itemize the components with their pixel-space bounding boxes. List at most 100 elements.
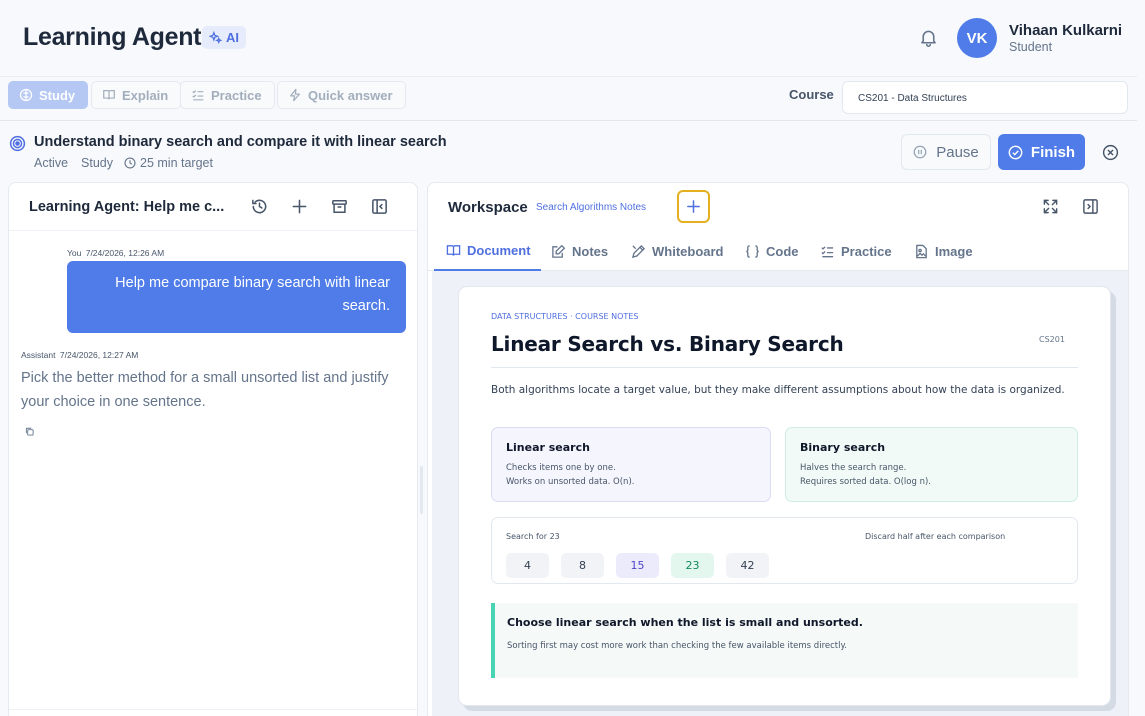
tab-label: Practice	[841, 243, 892, 259]
plus-icon	[686, 199, 701, 214]
search-demo: Search for 23 Discard half after each co…	[491, 517, 1078, 584]
assistant-message-meta: Assistant 7/24/2026, 12:27 AM	[21, 350, 138, 360]
ai-badge: AI	[202, 26, 246, 49]
notes-icon	[551, 244, 566, 259]
clock-icon	[124, 157, 136, 169]
goal-target: 25 min target	[140, 156, 213, 170]
user-role: Student	[1009, 40, 1053, 54]
course-label: Course	[789, 87, 834, 102]
pause-button[interactable]: Pause	[901, 134, 991, 170]
notifications-bell-icon[interactable]	[918, 27, 939, 48]
document-title: Linear Search vs. Binary Search	[491, 332, 844, 356]
tab-code[interactable]: Code	[745, 231, 799, 271]
pause-label: Pause	[936, 143, 979, 161]
checklist-icon	[820, 244, 835, 259]
mode-practice-label: Practice	[211, 87, 262, 103]
goal-title: Understand binary search and compare it …	[34, 134, 447, 150]
tab-notes[interactable]: Notes	[551, 231, 608, 271]
linear-search-line: Works on unsorted data. O(n).	[506, 477, 635, 487]
goal-mode: Study	[81, 156, 114, 170]
bolt-icon	[288, 88, 302, 102]
array-cell: 8	[561, 553, 604, 578]
mode-study-button[interactable]: Study	[8, 81, 89, 109]
binary-search-line: Halves the search range.	[800, 463, 907, 473]
tab-label: Whiteboard	[652, 243, 724, 259]
history-icon[interactable]	[250, 197, 269, 216]
checklist-icon	[191, 88, 205, 102]
close-goal-icon[interactable]	[1102, 144, 1119, 161]
document-page: DATA STRUCTURES · COURSE NOTES CS201 Lin…	[458, 286, 1111, 706]
avatar[interactable]: VK	[957, 18, 997, 58]
panel-resize-handle[interactable]	[420, 466, 423, 514]
mode-quick-answer-button[interactable]: Quick answer	[277, 81, 406, 109]
collapse-workspace-icon[interactable]	[1082, 198, 1099, 215]
mode-explain-label: Explain	[122, 87, 169, 103]
mode-study-label: Study	[39, 87, 76, 103]
app-header: Learning Agent AI VK Vihaan Kulkarni Stu…	[0, 0, 1145, 76]
mode-explain-button[interactable]: Explain	[91, 81, 182, 109]
document-eyebrow: DATA STRUCTURES · COURSE NOTES	[491, 312, 639, 321]
ai-badge-label: AI	[226, 30, 239, 45]
tab-whiteboard[interactable]: Whiteboard	[631, 231, 724, 271]
braces-icon	[745, 244, 760, 259]
linear-search-card: Linear search Checks items one by one. W…	[491, 427, 771, 502]
pause-icon	[913, 145, 927, 159]
add-workspace-item-button[interactable]	[677, 190, 710, 223]
sparkle-icon	[209, 31, 222, 44]
fullscreen-icon[interactable]	[1042, 198, 1059, 215]
callout-text: Sorting first may cost more work than ch…	[507, 641, 847, 651]
brain-icon	[19, 88, 33, 102]
goal-status: Active	[34, 156, 69, 170]
linear-search-heading: Linear search	[506, 441, 590, 454]
finish-label: Finish	[1030, 143, 1076, 161]
document-course-code: CS201	[1039, 335, 1065, 344]
document-viewport: DATA STRUCTURES · COURSE NOTES CS201 Lin…	[432, 271, 1128, 716]
tab-label: Code	[766, 243, 799, 259]
book-open-icon	[446, 243, 461, 258]
tab-image[interactable]: Image	[914, 231, 973, 271]
binary-search-card: Binary search Halves the search range. R…	[785, 427, 1078, 502]
collapse-sidebar-icon[interactable]	[370, 197, 389, 216]
callout-heading: Choose linear search when the list is sm…	[507, 616, 863, 629]
user-message-bubble: Help me compare binary search with linea…	[67, 261, 406, 333]
message-author: Assistant	[21, 350, 56, 360]
tab-practice[interactable]: Practice	[820, 231, 892, 271]
workspace-tabs: Document Notes Whiteboard Code Practice …	[428, 231, 1128, 271]
chat-title: Learning Agent: Help me c...	[29, 199, 225, 215]
array-cell-found: 23	[671, 553, 714, 578]
image-file-icon	[914, 244, 929, 259]
goal-meta: Active Study 25 min target	[34, 156, 213, 170]
message-time: 7/24/2026, 12:27 AM	[59, 350, 139, 360]
tab-document[interactable]: Document	[434, 231, 541, 271]
array-cell: 42	[726, 553, 769, 578]
finish-button[interactable]: Finish	[998, 134, 1085, 170]
mode-practice-button[interactable]: Practice	[180, 81, 275, 109]
check-circle-icon	[1008, 145, 1023, 160]
array-cell: 4	[506, 553, 549, 578]
document-divider	[491, 367, 1078, 368]
new-chat-icon[interactable]	[290, 197, 309, 216]
message-author: You	[67, 248, 82, 258]
search-demo-label: Search for 23	[506, 532, 560, 541]
binary-search-heading: Binary search	[800, 441, 886, 454]
workspace-panel: Workspace Search Algorithms Notes Docume…	[427, 182, 1129, 716]
workspace-title: Workspace	[448, 199, 528, 216]
array-cell-midpoint: 15	[616, 553, 659, 578]
archive-icon[interactable]	[330, 197, 349, 216]
workspace-subtitle[interactable]: Search Algorithms Notes	[536, 202, 646, 213]
mode-quick-answer-label: Quick answer	[308, 87, 393, 103]
user-name: Vihaan Kulkarni	[1009, 22, 1123, 39]
user-message-meta: You 7/24/2026, 12:26 AM	[67, 248, 164, 258]
document-intro: Both algorithms locate a target value, b…	[491, 384, 1065, 396]
recommendation-callout: Choose linear search when the list is sm…	[491, 603, 1078, 678]
mode-toolbar: Study Explain Practice Quick answer Cour…	[0, 76, 1137, 121]
target-icon	[9, 135, 26, 152]
course-select[interactable]: CS201 - Data Structures	[842, 81, 1128, 114]
message-time: 7/24/2026, 12:26 AM	[85, 248, 165, 258]
app-title: Learning Agent	[23, 23, 202, 51]
tab-label: Image	[935, 243, 973, 259]
tab-label: Document	[467, 242, 531, 258]
tab-label: Notes	[572, 243, 609, 259]
copy-icon[interactable]	[25, 427, 34, 436]
linear-search-line: Checks items one by one.	[506, 463, 616, 473]
